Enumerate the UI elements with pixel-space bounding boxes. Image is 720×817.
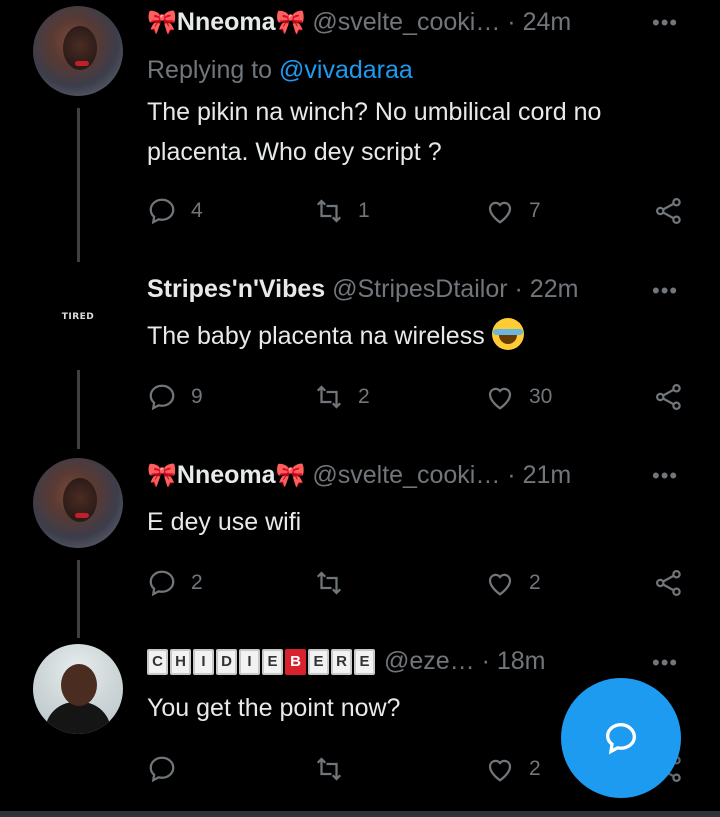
heart-icon xyxy=(488,573,512,596)
reply-button[interactable] xyxy=(147,752,177,786)
more-horizontal-icon[interactable]: ••• xyxy=(652,278,678,304)
name-letter: E xyxy=(262,649,283,675)
retweet-count: 1 xyxy=(358,199,370,222)
like-count: 30 xyxy=(529,385,553,408)
retweet-icon xyxy=(316,757,342,781)
thread-line xyxy=(77,370,80,449)
reply-icon xyxy=(149,384,175,411)
bow-emoji: 🎀 xyxy=(275,462,306,489)
name-letter: I xyxy=(239,649,260,675)
tweet-text: The baby placenta na wireless xyxy=(147,316,687,356)
reply-button[interactable]: 9 xyxy=(147,380,203,414)
tweet-text-content: The baby placenta na wireless xyxy=(147,322,485,350)
share-icon xyxy=(656,198,681,224)
share-button[interactable] xyxy=(654,566,684,600)
timestamp[interactable]: 18m xyxy=(497,647,546,675)
name-letter: I xyxy=(193,649,214,675)
name-letter: E xyxy=(354,649,375,675)
tweet-header: 🎀Nneoma🎀 @svelte_cooki… · 24m xyxy=(147,8,571,37)
more-horizontal-icon[interactable]: ••• xyxy=(652,463,678,489)
tweet-header: Stripes'n'Vibes @StripesDtailor · 22m xyxy=(147,275,578,304)
compose-message-icon xyxy=(605,722,637,755)
retweet-icon xyxy=(316,385,342,409)
display-name[interactable]: Nneoma xyxy=(177,461,276,489)
name-letter: R xyxy=(331,649,352,675)
display-name-boxed[interactable]: CHIDIEBERE xyxy=(147,647,384,675)
like-count: 2 xyxy=(529,571,541,594)
avatar-text: TIRED xyxy=(61,312,95,322)
retweet-button[interactable] xyxy=(314,752,344,786)
reply-count: 4 xyxy=(191,199,203,222)
timestamp[interactable]: 24m xyxy=(523,8,572,36)
user-handle[interactable]: @svelte_cooki… xyxy=(312,8,500,36)
reply-icon xyxy=(149,198,175,225)
tweet-actions: 2 2 xyxy=(147,566,692,600)
more-horizontal-icon[interactable]: ••• xyxy=(652,650,678,676)
heart-icon xyxy=(488,387,512,410)
like-count: 2 xyxy=(529,757,541,780)
tweet-text: E dey use wifi xyxy=(147,508,302,536)
thread-line xyxy=(77,560,80,638)
name-letter: H xyxy=(170,649,191,675)
reply-icon xyxy=(149,756,175,783)
bow-emoji: 🎀 xyxy=(147,462,177,489)
separator-dot: · xyxy=(507,461,516,489)
tweet-header: CHIDIEBERE @eze… · 18m xyxy=(147,647,546,676)
heart-icon xyxy=(488,201,512,224)
tweet-text: The pikin na winch? No umbilical cord no… xyxy=(147,98,602,166)
face-with-tears-of-joy-icon xyxy=(491,318,524,350)
share-icon xyxy=(656,570,681,596)
bottom-divider xyxy=(0,811,720,817)
share-button[interactable] xyxy=(654,380,684,414)
like-button[interactable]: 30 xyxy=(485,380,552,414)
retweet-count: 2 xyxy=(358,385,370,408)
display-name[interactable]: Nneoma xyxy=(177,8,276,36)
reply-button[interactable]: 2 xyxy=(147,566,203,600)
reply-icon xyxy=(149,570,175,597)
retweet-icon xyxy=(316,571,342,595)
retweet-button[interactable] xyxy=(314,566,344,600)
display-name[interactable]: Stripes'n'Vibes xyxy=(147,275,325,303)
user-handle[interactable]: @svelte_cooki… xyxy=(312,461,500,489)
separator-dot: · xyxy=(507,8,516,36)
share-button[interactable] xyxy=(654,194,684,228)
user-handle[interactable]: @eze… xyxy=(384,647,475,675)
reply-count: 9 xyxy=(191,385,203,408)
share-icon xyxy=(656,384,681,410)
like-button[interactable]: 2 xyxy=(485,566,541,600)
avatar[interactable] xyxy=(33,6,123,96)
name-letter: D xyxy=(216,649,237,675)
like-button[interactable]: 7 xyxy=(485,194,541,228)
thread-line xyxy=(77,108,80,262)
like-button[interactable]: 2 xyxy=(485,752,541,786)
retweet-button[interactable]: 1 xyxy=(314,194,370,228)
bow-emoji: 🎀 xyxy=(147,9,177,36)
separator-dot: · xyxy=(481,647,490,675)
tweet-header: 🎀Nneoma🎀 @svelte_cooki… · 21m xyxy=(147,461,571,490)
tweet-actions: 9 2 30 xyxy=(147,380,692,414)
avatar[interactable] xyxy=(33,644,123,734)
reply-count: 2 xyxy=(191,571,203,594)
tweet-actions: 4 1 7 xyxy=(147,194,692,228)
mention-link[interactable]: @vivadaraa xyxy=(279,56,413,84)
reply-button[interactable]: 4 xyxy=(147,194,203,228)
name-letter: C xyxy=(147,649,168,675)
heart-icon xyxy=(488,759,512,782)
timestamp[interactable]: 21m xyxy=(523,461,572,489)
name-letter: B xyxy=(285,649,306,675)
separator-dot: · xyxy=(514,275,523,303)
avatar[interactable] xyxy=(33,458,123,548)
retweet-button[interactable]: 2 xyxy=(314,380,370,414)
avatar[interactable]: TIRED xyxy=(33,273,123,363)
compose-message-button[interactable] xyxy=(561,678,681,798)
timestamp[interactable]: 22m xyxy=(530,275,579,303)
replying-to: Replying to @vivadaraa xyxy=(147,56,413,85)
name-letter: E xyxy=(308,649,329,675)
user-handle[interactable]: @StripesDtailor xyxy=(332,275,507,303)
replying-to-label: Replying to xyxy=(147,56,273,84)
bow-emoji: 🎀 xyxy=(275,9,306,36)
more-horizontal-icon[interactable]: ••• xyxy=(652,10,678,36)
like-count: 7 xyxy=(529,199,541,222)
retweet-icon xyxy=(316,199,342,223)
